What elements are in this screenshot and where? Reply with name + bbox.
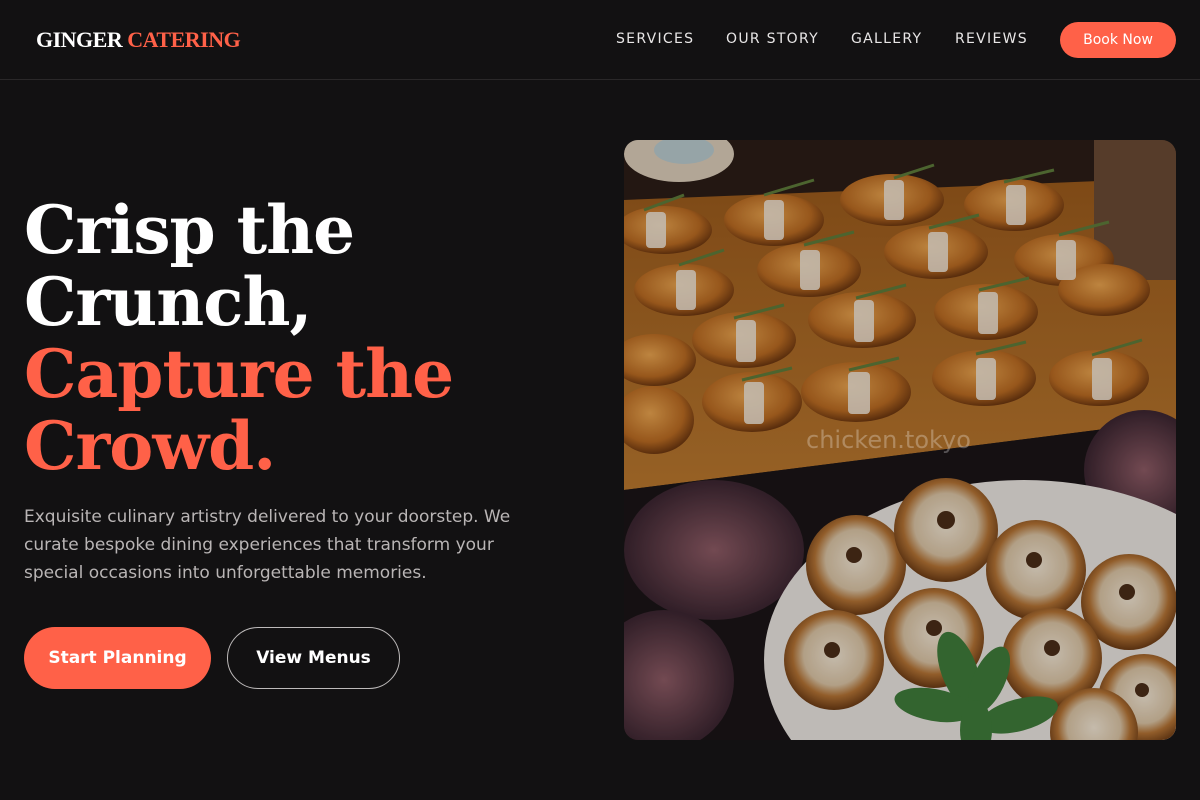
image-watermark: chicken.tokyo [806,426,971,454]
start-planning-button[interactable]: Start Planning [24,627,211,689]
logo-ginger: GINGER [36,27,123,52]
hero-food-image: chicken.tokyo [624,140,1176,740]
logo[interactable]: GINGER CATERING [36,27,241,53]
headline-line-3: Capture the [24,335,454,413]
site-header: GINGER CATERING SERVICES OUR STORY GALLE… [0,0,1200,80]
nav-reviews[interactable]: REVIEWS [955,31,1028,47]
book-now-button[interactable]: Book Now [1060,22,1176,58]
logo-catering: CATERING [127,27,241,52]
view-menus-button[interactable]: View Menus [227,627,400,689]
nav-services[interactable]: SERVICES [616,31,694,47]
headline-line-1: Crisp the [24,191,355,269]
nav-our-story[interactable]: OUR STORY [726,31,819,47]
nav-gallery[interactable]: GALLERY [851,31,922,47]
hero-headline: Crisp the Crunch, Capture the Crowd. [24,191,454,485]
hero-description: Exquisite culinary artistry delivered to… [24,507,511,583]
headline-line-2: Crunch, [24,263,312,341]
headline-line-4: Crowd. [24,407,276,485]
